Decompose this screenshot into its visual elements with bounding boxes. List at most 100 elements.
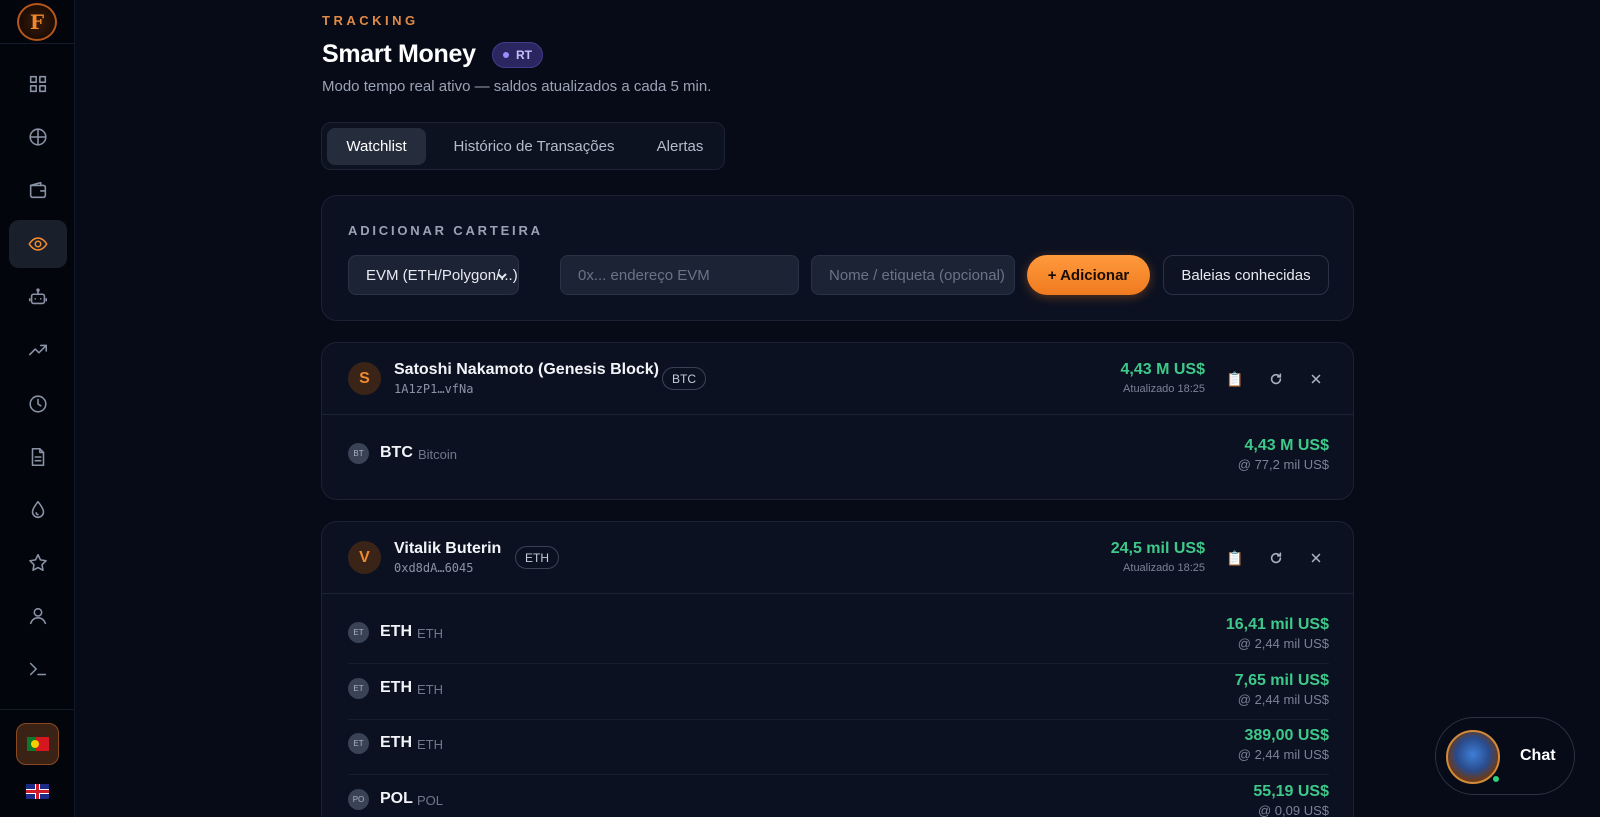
eye-icon bbox=[28, 237, 48, 251]
asset-value: 4,43 M US$ bbox=[1244, 437, 1329, 454]
chain-badge: BTC bbox=[662, 367, 706, 390]
token-icon: ET bbox=[348, 678, 369, 699]
asset-row: PO POL POL 55,19 US$ @ 0,09 US$ bbox=[348, 775, 1329, 817]
clipboard-icon: 📋 bbox=[1226, 549, 1244, 566]
token-icon: PO bbox=[348, 789, 369, 810]
wallet-card: S Satoshi Nakamoto (Genesis Block) 1A1zP… bbox=[321, 342, 1354, 500]
robot-icon bbox=[28, 288, 48, 305]
add-wallet-card: ADICIONAR CARTEIRA EVM (ETH/Polygon/...)… bbox=[321, 195, 1354, 321]
realtime-badge-label: RT bbox=[516, 48, 532, 62]
chain-badge: ETH bbox=[515, 546, 559, 569]
chain-select-value: EVM (ETH/Polygon/...) bbox=[366, 266, 518, 284]
trending-icon bbox=[28, 344, 48, 356]
close-icon bbox=[1311, 374, 1321, 384]
wallet-name: Satoshi Nakamoto (Genesis Block) bbox=[394, 361, 659, 378]
sidebar-item-bots[interactable] bbox=[9, 273, 67, 321]
wallet-total: 4,43 M US$ bbox=[1120, 361, 1205, 378]
sidebar-item-trends[interactable] bbox=[9, 326, 67, 374]
asset-symbol: BTC bbox=[380, 444, 413, 461]
realtime-badge: RT bbox=[492, 42, 543, 68]
add-wallet-label: ADICIONAR CARTEIRA bbox=[348, 223, 543, 238]
sidebar-item-wallet[interactable] bbox=[9, 166, 67, 214]
token-icon: ET bbox=[348, 622, 369, 643]
wallet-address-input[interactable] bbox=[560, 255, 799, 295]
asset-price: @ 2,44 mil US$ bbox=[1237, 747, 1329, 762]
sidebar-item-history[interactable] bbox=[9, 380, 67, 428]
asset-price: @ 2,44 mil US$ bbox=[1237, 692, 1329, 707]
asset-symbol: POL bbox=[380, 790, 413, 807]
online-status-icon bbox=[1491, 774, 1501, 784]
wallet-label-input[interactable] bbox=[811, 255, 1015, 295]
asset-name: ETH bbox=[417, 626, 443, 641]
chain-select[interactable]: EVM (ETH/Polygon/...) bbox=[348, 255, 519, 295]
refresh-button[interactable] bbox=[1264, 546, 1288, 570]
wallet-card: V Vitalik Buterin 0xd8dA…6045 ETH 24,5 m… bbox=[321, 521, 1354, 817]
asset-value: 55,19 US$ bbox=[1253, 783, 1329, 800]
user-icon bbox=[29, 607, 47, 625]
remove-wallet-button[interactable] bbox=[1304, 546, 1328, 570]
sidebar-item-liquidity[interactable] bbox=[9, 486, 67, 534]
wallet-name: Vitalik Buterin bbox=[394, 540, 502, 557]
globe-icon bbox=[29, 128, 47, 146]
asset-row: ET ETH ETH 7,65 mil US$ @ 2,44 mil US$ bbox=[348, 664, 1329, 720]
asset-name: Bitcoin bbox=[418, 447, 458, 462]
sidebar-item-profile[interactable] bbox=[9, 592, 67, 640]
chevron-down-icon bbox=[496, 269, 508, 281]
wallet-updated: Atualizado 18:25 bbox=[1123, 383, 1205, 395]
asset-value: 16,41 mil US$ bbox=[1225, 616, 1329, 633]
sidebar-item-terminal[interactable] bbox=[9, 645, 67, 693]
tab-transaction-history[interactable]: Histórico de Transações bbox=[430, 128, 638, 165]
known-whales-button[interactable]: Baleias conhecidas bbox=[1163, 255, 1329, 295]
clipboard-icon: 📋 bbox=[1226, 370, 1244, 387]
drop-icon bbox=[31, 500, 45, 519]
asset-symbol: ETH bbox=[380, 679, 412, 696]
app-logo[interactable]: F bbox=[17, 3, 57, 41]
remove-wallet-button[interactable] bbox=[1304, 367, 1328, 391]
star-icon bbox=[29, 553, 47, 572]
document-icon bbox=[31, 447, 45, 467]
asset-name: POL bbox=[417, 793, 444, 808]
wallet-header[interactable]: V Vitalik Buterin 0xd8dA…6045 ETH 24,5 m… bbox=[322, 522, 1353, 594]
asset-price: @ 77,2 mil US$ bbox=[1237, 457, 1329, 472]
asset-symbol: ETH bbox=[380, 734, 412, 751]
asset-row: ET ETH ETH 16,41 mil US$ @ 2,44 mil US$ bbox=[348, 608, 1329, 664]
sidebar-item-tracking[interactable] bbox=[9, 220, 67, 268]
wallet-icon bbox=[29, 181, 47, 199]
asset-price: @ 2,44 mil US$ bbox=[1237, 636, 1329, 651]
asset-symbol: ETH bbox=[380, 623, 412, 640]
wallet-address: 1A1zP1…vfNa bbox=[394, 382, 474, 396]
tab-alerts[interactable]: Alertas bbox=[639, 128, 721, 165]
add-wallet-button[interactable]: + Adicionar bbox=[1027, 255, 1150, 295]
token-icon: BT bbox=[348, 443, 369, 464]
sidebar-item-markets[interactable] bbox=[9, 113, 67, 161]
status-dot-icon bbox=[503, 52, 509, 58]
refresh-button[interactable] bbox=[1264, 367, 1288, 391]
uk-flag-icon[interactable] bbox=[26, 784, 49, 799]
close-icon bbox=[1311, 553, 1321, 563]
asset-value: 7,65 mil US$ bbox=[1234, 672, 1329, 689]
terminal-icon bbox=[29, 662, 47, 676]
sidebar-item-favorites[interactable] bbox=[9, 539, 67, 587]
sidebar: F bbox=[0, 0, 75, 817]
page-title: Smart Money bbox=[322, 40, 476, 68]
sidebar-item-reports[interactable] bbox=[9, 433, 67, 481]
grid-icon bbox=[29, 75, 47, 93]
wallet-avatar: S bbox=[348, 362, 381, 395]
asset-row: ET ETH ETH 389,00 US$ @ 2,44 mil US$ bbox=[348, 719, 1329, 775]
sidebar-divider bbox=[0, 43, 74, 44]
refresh-icon bbox=[1270, 373, 1282, 385]
asset-row: BT BTC Bitcoin 4,43 M US$ @ 77,2 mil US$ bbox=[348, 429, 1329, 485]
asset-value: 389,00 US$ bbox=[1244, 727, 1329, 744]
tab-bar: Watchlist Histórico de Transações Alerta… bbox=[321, 122, 725, 170]
tab-watchlist[interactable]: Watchlist bbox=[327, 128, 426, 165]
token-icon: ET bbox=[348, 733, 369, 754]
copy-address-button[interactable]: 📋 bbox=[1223, 367, 1247, 391]
language-pt-button[interactable] bbox=[16, 723, 59, 765]
wallet-header[interactable]: S Satoshi Nakamoto (Genesis Block) 1A1zP… bbox=[322, 343, 1353, 415]
sidebar-divider bbox=[0, 709, 74, 710]
sidebar-item-dashboard[interactable] bbox=[9, 60, 67, 108]
asset-name: ETH bbox=[417, 682, 443, 697]
refresh-icon bbox=[1270, 552, 1282, 564]
chat-button[interactable]: Chat bbox=[1435, 717, 1575, 795]
copy-address-button[interactable]: 📋 bbox=[1223, 546, 1247, 570]
